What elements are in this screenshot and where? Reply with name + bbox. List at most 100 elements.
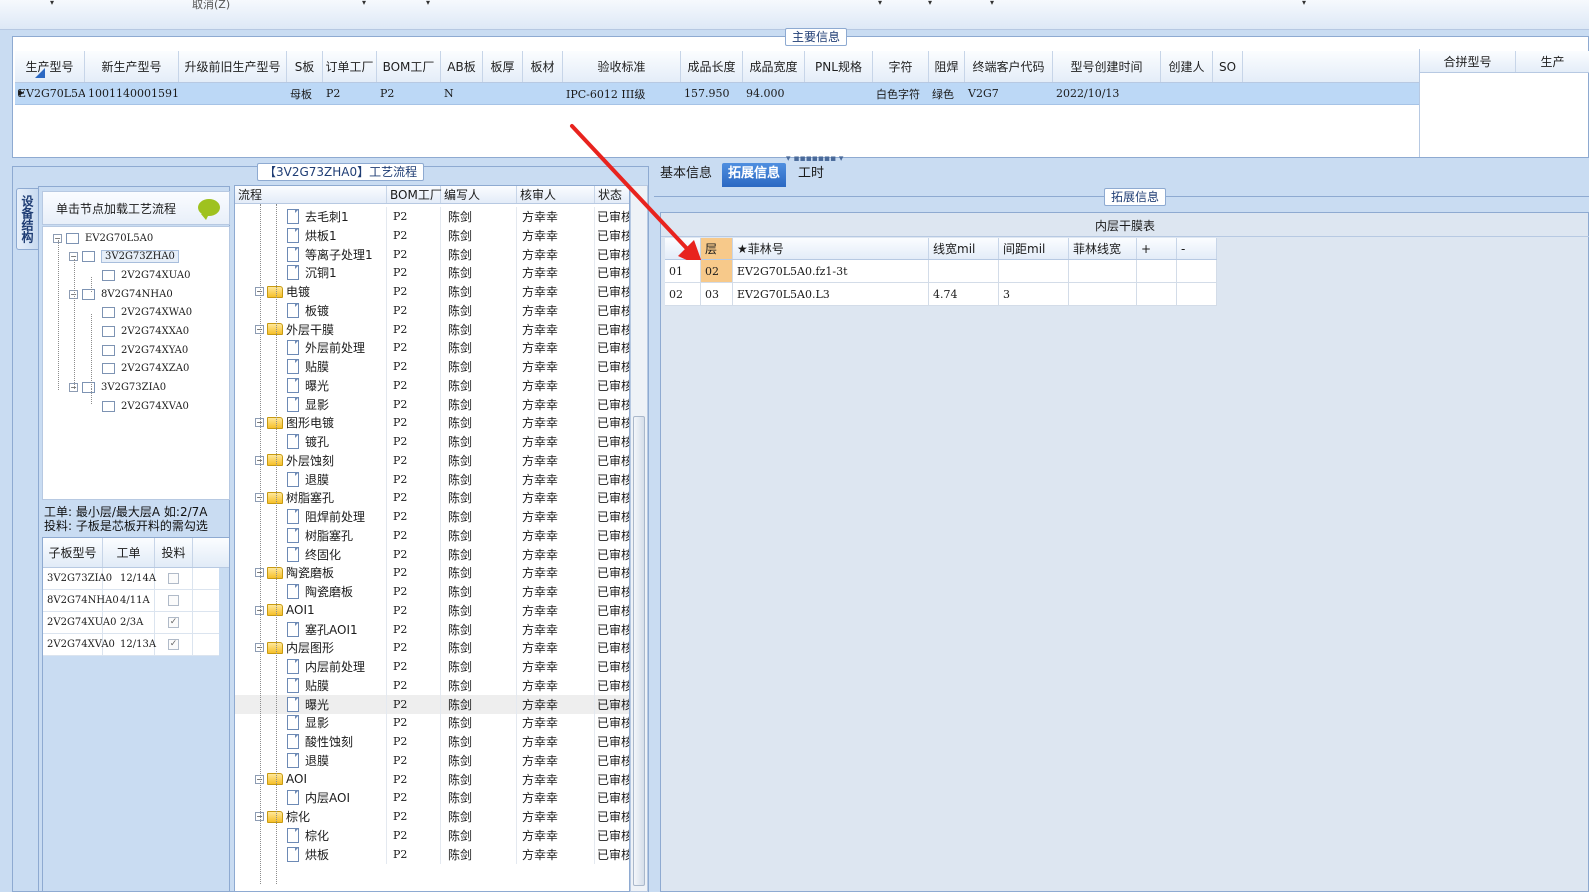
process-row[interactable]: 镀孔 P2 陈剑 方幸幸 已审核 <box>235 432 629 451</box>
process-row[interactable]: 树脂塞孔 P2 陈剑 方幸幸 已审核 <box>235 525 629 545</box>
chevron-down-icon[interactable]: ▾ <box>928 0 932 7</box>
main-cell[interactable]: P2 <box>323 83 377 104</box>
film-col-header[interactable]: 菲林线宽 <box>1069 238 1137 259</box>
sub-board-row[interactable]: 2V2G74XUA0 2/3A ✓ <box>43 612 219 634</box>
tree-node[interactable]: − EV2G70L5A0 <box>53 229 153 247</box>
main-cell[interactable] <box>1161 83 1213 104</box>
process-name-cell[interactable]: 显影 <box>235 713 387 733</box>
chevron-down-icon[interactable]: ▾ <box>426 0 430 7</box>
process-row[interactable]: − 陶瓷磨板 P2 陈剑 方幸幸 已审核 <box>235 563 629 583</box>
process-name-cell[interactable]: 沉铜1 <box>235 263 387 283</box>
film-col-header[interactable]: ★菲林号 <box>733 238 929 259</box>
process-name-cell[interactable]: 酸性蚀刻 <box>235 732 387 751</box>
feed-checkbox[interactable] <box>168 573 179 584</box>
process-row[interactable]: − 外层蚀刻 P2 陈剑 方幸幸 已审核 <box>235 450 629 470</box>
tree-checkbox[interactable] <box>66 232 79 244</box>
merge-col-header[interactable]: 合拼型号 <box>1420 51 1516 72</box>
process-row[interactable]: − 外层干膜 P2 陈剑 方幸幸 已审核 <box>235 319 629 339</box>
process-name-cell[interactable]: 曝光 <box>235 694 387 714</box>
main-col-header[interactable]: 阻焊 <box>929 51 965 82</box>
chevron-down-icon[interactable]: ▾ <box>990 0 994 7</box>
process-name-cell[interactable]: 显影 <box>235 394 387 414</box>
main-cell[interactable]: EV2G70L5A0 <box>15 83 85 104</box>
tree-checkbox[interactable] <box>102 400 115 412</box>
sub-board-col-header[interactable]: 工单 <box>103 538 155 567</box>
tree-checkbox[interactable] <box>102 363 115 375</box>
film-action-cell[interactable] <box>1137 283 1177 305</box>
tab-extended-info[interactable]: 拓展信息 <box>722 163 787 187</box>
main-cell[interactable]: P2 <box>377 83 441 104</box>
tree-node[interactable]: −8V2G74NHA0 <box>69 285 173 303</box>
film-cell[interactable] <box>999 260 1069 282</box>
process-name-cell[interactable]: − 棕化 <box>235 807 387 826</box>
process-name-cell[interactable]: 内层AOI <box>235 788 387 808</box>
tree-checkbox[interactable] <box>102 326 115 337</box>
chevron-down-icon[interactable]: ▾ <box>1302 0 1306 7</box>
main-cell[interactable]: 母板 <box>287 83 323 104</box>
process-row[interactable]: 内层AOI P2 陈剑 方幸幸 已审核 <box>235 788 629 808</box>
chevron-down-icon[interactable]: ▾ <box>878 0 882 7</box>
sub-board-order[interactable]: 12/14A <box>103 568 156 589</box>
main-col-header[interactable]: 板材 <box>523 51 563 82</box>
feed-checkbox[interactable]: ✓ <box>168 617 179 628</box>
main-cell[interactable]: 2022/10/13 <box>1053 83 1161 104</box>
tree-checkbox[interactable] <box>102 344 115 356</box>
film-col-header[interactable]: 间距mil <box>999 238 1069 259</box>
process-row[interactable]: 贴膜 P2 陈剑 方幸幸 已审核 <box>235 675 629 695</box>
chevron-down-icon[interactable]: ▾ <box>362 0 366 7</box>
process-row[interactable]: 退膜 P2 陈剑 方幸幸 已审核 <box>235 469 629 489</box>
process-name-cell[interactable]: 内层前处理 <box>235 657 387 676</box>
process-name-cell[interactable]: − 树脂塞孔 <box>235 488 387 508</box>
process-grid-scrollbar[interactable] <box>630 185 648 892</box>
main-cell[interactable] <box>523 83 563 104</box>
process-row[interactable]: − 棕化 P2 陈剑 方幸幸 已审核 <box>235 807 629 826</box>
film-action-cell[interactable] <box>1137 260 1177 282</box>
scrollbar-thumb[interactable] <box>633 416 645 886</box>
process-name-cell[interactable]: 板镀 <box>235 300 387 320</box>
process-row[interactable]: − 图形电镀 P2 陈剑 方幸幸 已审核 <box>235 413 629 433</box>
sub-board-order[interactable]: 2/3A <box>103 612 155 633</box>
process-row[interactable]: 棕化 P2 陈剑 方幸幸 已审核 <box>235 825 629 845</box>
process-row[interactable]: 曝光 P2 陈剑 方幸幸 已审核 <box>235 375 629 395</box>
process-row[interactable]: 显影 P2 陈剑 方幸幸 已审核 <box>235 713 629 733</box>
process-row[interactable]: 外层前处理 P2 陈剑 方幸幸 已审核 <box>235 338 629 358</box>
process-row[interactable]: 塞孔AOI1 P2 陈剑 方幸幸 已审核 <box>235 619 629 639</box>
merge-col-header[interactable]: 生产 <box>1516 51 1589 72</box>
process-name-cell[interactable]: 烘板 <box>235 844 387 864</box>
sub-board-col-header[interactable]: 子板型号 <box>43 538 103 567</box>
main-col-header[interactable]: 订单工厂 <box>323 51 377 82</box>
process-name-cell[interactable]: − AOI1 <box>235 600 387 620</box>
tree-node[interactable]: 2V2G74XXA0 <box>102 323 189 341</box>
process-name-cell[interactable]: 棕化 <box>235 825 387 845</box>
cancel-button[interactable]: 取消(Z) <box>192 0 230 12</box>
film-cell[interactable]: 03 <box>701 283 733 305</box>
process-name-cell[interactable]: 去毛刺1 <box>235 207 387 226</box>
film-cell[interactable]: 02 <box>665 283 701 305</box>
main-cell[interactable] <box>179 83 287 104</box>
film-cell[interactable]: EV2G70L5A0.fz1-3t <box>733 260 929 282</box>
process-name-cell[interactable]: 烘板1 <box>235 225 387 245</box>
main-col-header[interactable]: 创建人 <box>1161 51 1213 82</box>
main-col-header[interactable]: AB板 <box>441 51 483 82</box>
tree-node[interactable]: 2V2G74XUA0 <box>102 266 190 284</box>
film-col-header[interactable]: + <box>1137 238 1177 259</box>
sub-board-row[interactable]: 2V2G74XVA0 12/13A ✓ <box>43 634 219 656</box>
main-col-header[interactable]: 验收标准 <box>563 51 681 82</box>
process-row[interactable]: 退膜 P2 陈剑 方幸幸 已审核 <box>235 750 629 770</box>
film-cell[interactable] <box>929 260 999 282</box>
process-name-cell[interactable]: − 电镀 <box>235 282 387 301</box>
process-row[interactable]: 终固化 P2 陈剑 方幸幸 已审核 <box>235 544 629 564</box>
process-row[interactable]: − 树脂塞孔 P2 陈剑 方幸幸 已审核 <box>235 488 629 508</box>
tree-checkbox[interactable] <box>82 251 95 263</box>
process-row[interactable]: 贴膜 P2 陈剑 方幸幸 已审核 <box>235 357 629 376</box>
main-col-header[interactable]: SO <box>1213 51 1243 82</box>
film-col-header[interactable]: 线宽mil <box>929 238 999 259</box>
tab-device-structure[interactable]: 设备结构 <box>16 188 38 250</box>
film-cell[interactable]: 4.74 <box>929 283 999 305</box>
process-row[interactable]: 酸性蚀刻 P2 陈剑 方幸幸 已审核 <box>235 732 629 751</box>
process-name-cell[interactable]: 陶瓷磨板 <box>235 582 387 601</box>
main-col-header[interactable]: PNL规格 <box>805 51 873 82</box>
main-info-row[interactable]: EV2G70L5A010011400015911母板P2P2NIPC-6012 … <box>15 83 1419 105</box>
process-name-cell[interactable]: 树脂塞孔 <box>235 525 387 545</box>
process-name-cell[interactable]: 阻焊前处理 <box>235 507 387 526</box>
